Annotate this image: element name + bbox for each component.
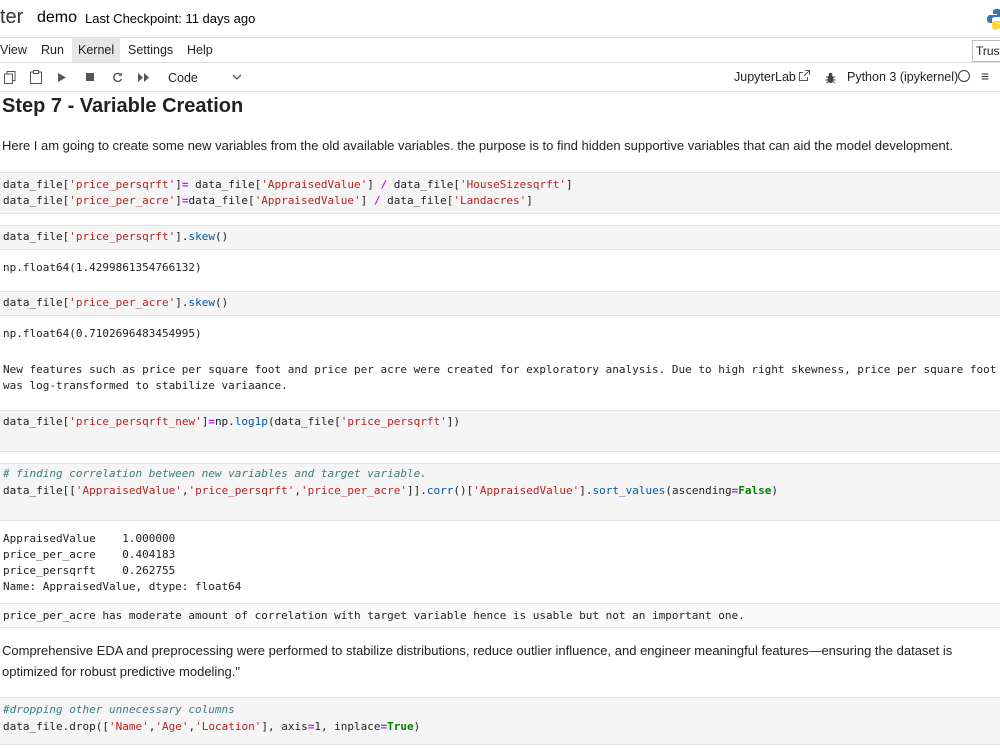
code-cell[interactable]: # finding correlation between new variab… [0, 463, 1000, 521]
notebook-toolbar: Code JupyterLab Python 3 (ipykernel) ≡ [0, 63, 1000, 92]
cell-output: np.float64(1.4299861354766132) [3, 261, 202, 274]
code-cell[interactable]: data_file['price_persqrft_new']=np.log1p… [0, 410, 1000, 452]
code-line: data_file.drop(['Name','Age','Location']… [3, 720, 421, 733]
menu-run[interactable]: Run [35, 38, 70, 62]
code-cell[interactable]: data_file['price_per_acre'].skew() [0, 291, 1000, 316]
markdown-intro: Here I am going to create some new varia… [2, 138, 953, 153]
notebook-content: Step 7 - Variable Creation Here I am goi… [0, 92, 1000, 749]
cell-type-value: Code [168, 71, 198, 85]
cell-output: price_per_acre 0.404183 [3, 548, 176, 561]
code-cell[interactable]: data_file['price_persqrft']= data_file['… [0, 172, 1000, 214]
section-heading: Step 7 - Variable Creation [2, 95, 244, 117]
code-line: data_file[['AppraisedValue','price_persq… [3, 484, 778, 497]
kernel-name[interactable]: Python 3 (ipykernel) [847, 70, 958, 84]
copy-icon[interactable] [2, 69, 18, 85]
markdown-summary: optimized for robust predictive modeling… [2, 664, 241, 679]
code-line: data_file['price_persqrft']= data_file['… [3, 178, 573, 191]
code-line: data_file['price_persqrft'].skew() [3, 230, 229, 243]
cell-output: price_persqrft 0.262755 [3, 564, 176, 577]
code-line: data_file['price_persqrft_new']=np.log1p… [3, 415, 461, 428]
markdown-note: price_per_acre has moderate amount of co… [3, 609, 745, 622]
open-jupyterlab-link[interactable]: JupyterLab [734, 70, 811, 84]
markdown-note: was log-transformed to stabilize variaan… [3, 379, 288, 392]
cell-type-dropdown[interactable]: Code [168, 69, 246, 87]
menu-kernel[interactable]: Kernel [72, 38, 121, 62]
jupyterlab-label: JupyterLab [734, 70, 796, 84]
top-bar: ter demo Last Checkpoint: 11 days ago [0, 0, 1000, 37]
stop-icon[interactable] [82, 69, 98, 85]
menu-bar: View Run Kernel Settings Help Trust [0, 37, 1000, 63]
cell-output: np.float64(0.7102696483454995) [3, 327, 202, 340]
notebook-name[interactable]: demo [37, 9, 77, 27]
kernel-status-icon [958, 70, 970, 82]
chevron-down-icon [232, 69, 242, 87]
markdown-cell-raw[interactable]: price_per_acre has moderate amount of co… [0, 603, 1000, 628]
menu-help[interactable]: Help [181, 38, 219, 62]
run-icon[interactable] [54, 69, 70, 85]
checkpoint-status: Last Checkpoint: 11 days ago [85, 11, 256, 26]
code-cell[interactable]: data_file['price_persqrft'].skew() [0, 225, 1000, 250]
bug-icon[interactable] [822, 70, 838, 86]
paste-icon[interactable] [28, 69, 44, 85]
restart-icon[interactable] [109, 69, 125, 85]
markdown-note: New features such as price per square fo… [3, 363, 997, 376]
trust-button[interactable]: Trust [972, 40, 1000, 62]
external-link-icon [799, 70, 811, 84]
code-line: data_file['price_per_acre'].skew() [3, 296, 229, 309]
menu-icon[interactable]: ≡ [981, 68, 989, 84]
python-logo-icon [986, 8, 1000, 30]
jupyter-logo-text[interactable]: ter [0, 6, 23, 29]
menu-settings[interactable]: Settings [122, 38, 179, 62]
markdown-summary: Comprehensive EDA and preprocessing were… [2, 643, 953, 658]
cell-output: AppraisedValue 1.000000 [3, 532, 176, 545]
fast-forward-icon[interactable] [136, 69, 152, 85]
code-cell[interactable]: #dropping other unnecessary columns data… [0, 697, 1000, 745]
menu-view[interactable]: View [0, 38, 33, 62]
code-comment: #dropping other unnecessary columns [3, 703, 235, 716]
cell-output: Name: AppraisedValue, dtype: float64 [3, 580, 242, 593]
code-line: data_file['price_per_acre']=data_file['A… [3, 194, 533, 207]
code-comment: # finding correlation between new variab… [3, 467, 427, 480]
